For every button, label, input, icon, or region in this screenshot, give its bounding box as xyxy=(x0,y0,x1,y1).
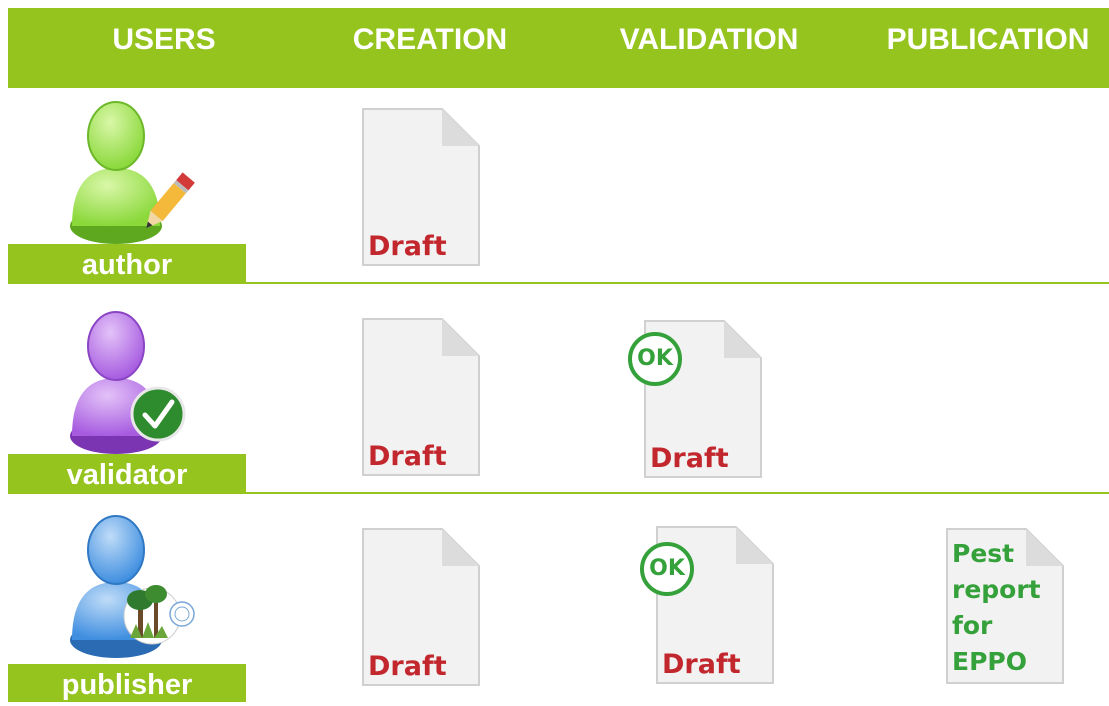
user-label-publisher: publisher xyxy=(8,664,246,702)
validated-draft-document: OK Draft xyxy=(640,524,776,686)
draft-label: Draft xyxy=(368,441,447,472)
header-creation: CREATION xyxy=(352,23,508,56)
published-report-document: Pest report for EPPO xyxy=(944,526,1066,688)
row-divider xyxy=(8,282,1109,284)
row-divider xyxy=(8,492,1109,494)
ok-stamp: OK xyxy=(628,332,682,386)
user-label-validator: validator xyxy=(8,454,246,492)
draft-label: Draft xyxy=(368,231,447,262)
user-label-author: author xyxy=(8,244,246,282)
validated-draft-document: OK Draft xyxy=(628,318,764,480)
draft-document: Draft xyxy=(360,316,482,478)
user-publisher: publisher xyxy=(8,510,248,702)
user-validator: validator xyxy=(8,306,248,492)
user-author: author xyxy=(8,96,248,282)
draft-label: Draft xyxy=(650,443,729,474)
check-badge-icon xyxy=(130,386,186,442)
pest-report-label: Pest report for EPPO xyxy=(952,539,1041,676)
header-validation: VALIDATION xyxy=(619,23,799,56)
draft-document: Draft xyxy=(360,106,482,268)
header-band: USERS CREATION VALIDATION PUBLICATION xyxy=(8,8,1109,88)
pencil-icon xyxy=(146,172,195,229)
header-publication: PUBLICATION xyxy=(886,23,1090,56)
draft-label: Draft xyxy=(368,651,447,682)
draft-document: Draft xyxy=(360,526,482,688)
header-users: USERS xyxy=(112,23,216,56)
ok-stamp: OK xyxy=(640,542,694,596)
eppo-logo xyxy=(123,585,195,645)
draft-label: Draft xyxy=(662,649,741,680)
